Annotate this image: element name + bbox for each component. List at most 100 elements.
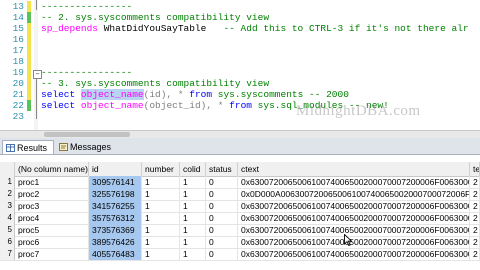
cell-name[interactable]: proc6 <box>15 236 89 248</box>
column-header[interactable]: colid <box>180 162 206 176</box>
results-grid[interactable]: (No column name) id number colid status … <box>0 162 480 270</box>
cell-colid[interactable]: 1 <box>180 248 206 260</box>
cell-id[interactable]: 309576141 <box>89 176 142 188</box>
cell-name[interactable]: proc1 <box>15 176 89 188</box>
message-icon <box>59 143 68 151</box>
cell-id[interactable]: 389576426 <box>89 236 142 248</box>
cell-ctext[interactable]: 0x63007200650061007400650020007000720000… <box>238 176 470 188</box>
change-marker <box>27 1 31 12</box>
keyword: from <box>189 89 213 100</box>
change-marker <box>27 100 31 111</box>
cell-te[interactable]: 2 <box>470 176 480 188</box>
cell-colid[interactable]: 1 <box>180 176 206 188</box>
column-header[interactable]: id <box>89 162 142 176</box>
sql-editor[interactable]: 13 14 15 16 17 18 19 20 21 22 23 − -----… <box>0 0 480 138</box>
mouse-cursor-icon <box>344 234 352 246</box>
cell-name[interactable]: proc5 <box>15 224 89 236</box>
cell-colid[interactable]: 1 <box>180 212 206 224</box>
row-number[interactable]: 5 <box>0 224 15 236</box>
cell-te[interactable]: 2 <box>470 200 480 212</box>
identifier: WhatDidYouSayTable <box>98 23 207 34</box>
cell-ctext[interactable]: 0x63007200650061007400650020007000720000… <box>238 212 470 224</box>
row-number[interactable]: 6 <box>0 236 15 248</box>
cell-status[interactable]: 0 <box>206 188 238 200</box>
keyword: from <box>229 100 252 111</box>
results-tab-strip: Results Messages <box>0 138 480 155</box>
cell-status[interactable]: 0 <box>206 236 238 248</box>
line-number: 17 <box>12 45 24 56</box>
column-header[interactable]: number <box>142 162 180 176</box>
cell-status[interactable]: 0 <box>206 212 238 224</box>
cell-status[interactable]: 0 <box>206 200 238 212</box>
cell-te[interactable]: 2 <box>470 236 480 248</box>
cell-te[interactable]: 2 <box>470 224 480 236</box>
cell-number[interactable]: 1 <box>142 176 180 188</box>
keyword: sp_depends <box>41 23 99 34</box>
row-number[interactable]: 3 <box>0 200 15 212</box>
cell-name[interactable]: proc4 <box>15 212 89 224</box>
cell-number[interactable]: 1 <box>142 236 180 248</box>
cell-id[interactable]: 325576198 <box>89 188 142 200</box>
function-name: object_name <box>80 100 144 111</box>
tab-label: Messages <box>70 142 112 152</box>
code-line: -- 3. sys.syscomments compatibility view <box>41 78 270 89</box>
row-number[interactable]: 4 <box>0 212 15 224</box>
cell-colid[interactable]: 1 <box>180 188 206 200</box>
row-number[interactable]: 7 <box>0 248 15 260</box>
cell-status[interactable]: 0 <box>206 248 238 260</box>
cell-name[interactable]: proc7 <box>15 248 89 260</box>
column-header[interactable]: status <box>206 162 238 176</box>
cell-ctext[interactable]: 0x63007200650061007400650020007000720000… <box>238 248 470 260</box>
cell-id[interactable]: 357576312 <box>89 212 142 224</box>
cell-number[interactable]: 1 <box>142 224 180 236</box>
line-number: 14 <box>12 12 24 23</box>
code-line: ---------------- <box>41 1 133 12</box>
scrollbar-thumb[interactable] <box>44 132 130 137</box>
cell-id[interactable]: 373576369 <box>89 224 142 236</box>
cell-id[interactable]: 341576255 <box>89 200 142 212</box>
row-number[interactable]: 1 <box>0 176 15 188</box>
select-list: , * <box>206 100 230 111</box>
cell-te[interactable]: 2 <box>470 188 480 200</box>
cell-colid[interactable]: 1 <box>180 224 206 236</box>
code-line: -- 2. sys.syscomments compatibility view <box>41 12 270 23</box>
cell-number[interactable]: 1 <box>142 188 180 200</box>
column-header[interactable]: ctext <box>238 162 470 176</box>
keyword: select <box>41 89 76 100</box>
cell-name[interactable]: proc3 <box>15 200 89 212</box>
cell-colid[interactable]: 1 <box>180 236 206 248</box>
horizontal-scrollbar[interactable] <box>0 130 480 138</box>
tab-messages[interactable]: Messages <box>56 140 116 154</box>
line-number: 22 <box>12 100 24 111</box>
cell-id[interactable]: 405576483 <box>89 248 142 260</box>
line-number: 23 <box>12 111 24 122</box>
comment: -- Add this to CTRL-3 if it's not there … <box>206 23 469 34</box>
row-header-corner[interactable] <box>0 162 15 176</box>
cell-ctext[interactable]: 0x0D000A00630072006500610074006500200070… <box>238 188 470 200</box>
cell-colid[interactable]: 1 <box>180 200 206 212</box>
row-number[interactable]: 2 <box>0 188 15 200</box>
column-header[interactable]: te <box>470 162 480 176</box>
cell-status[interactable]: 0 <box>206 224 238 236</box>
cell-number[interactable]: 1 <box>142 248 180 260</box>
tab-results[interactable]: Results <box>2 140 54 154</box>
cell-number[interactable]: 1 <box>142 200 180 212</box>
cell-number[interactable]: 1 <box>142 212 180 224</box>
cell-name[interactable]: proc2 <box>15 188 89 200</box>
line-number: 21 <box>12 89 24 100</box>
select-list: , * <box>166 89 190 100</box>
column-header[interactable]: (No column name) <box>15 162 89 176</box>
table-row[interactable]: 7 proc7 405576483 1 1 0 0x63007200650061… <box>0 248 480 261</box>
arguments: (id) <box>143 89 167 100</box>
cell-te[interactable]: 2 <box>470 248 480 260</box>
cell-ctext[interactable]: 0x63007200650061007400650020007000720000… <box>238 224 470 236</box>
grid-icon <box>6 144 15 152</box>
cell-te[interactable]: 2 <box>470 212 480 224</box>
tab-label: Results <box>17 143 48 153</box>
cell-ctext[interactable]: 0x63007200650061007400650020007000720000… <box>238 200 470 212</box>
line-number: 18 <box>12 56 24 67</box>
line-number: 16 <box>12 34 24 45</box>
cell-status[interactable]: 0 <box>206 176 238 188</box>
cell-ctext[interactable]: 0x63007200650061007400650020007000720000… <box>238 236 470 248</box>
fold-guide <box>36 0 37 10</box>
